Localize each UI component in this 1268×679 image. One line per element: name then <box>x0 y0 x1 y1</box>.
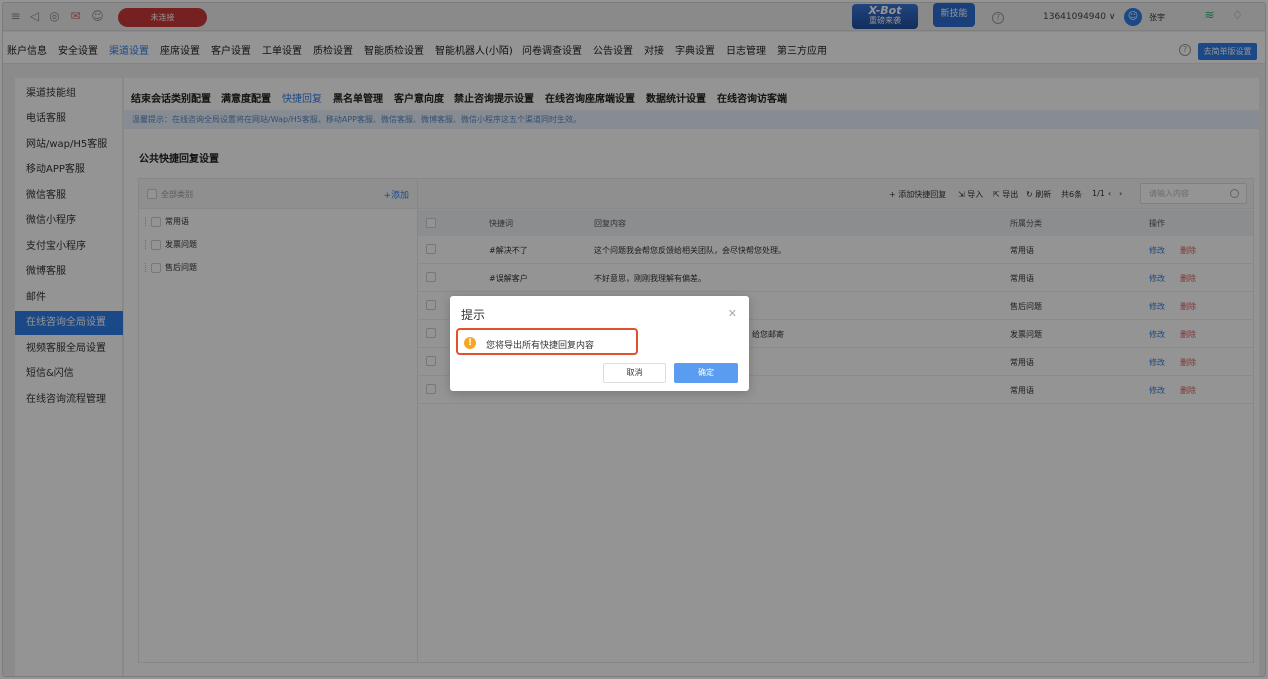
dialog-message: 您将导出所有快捷回复内容 <box>486 341 595 351</box>
cancel-button[interactable]: 取消 <box>603 363 666 383</box>
dialog-title: 提示 <box>461 308 486 322</box>
confirm-button[interactable]: 确定 <box>674 363 738 383</box>
close-icon[interactable]: ✕ <box>728 307 737 320</box>
warning-icon: ! <box>464 337 476 349</box>
export-confirm-dialog: 提示 ✕ ! 您将导出所有快捷回复内容 取消 确定 <box>450 296 749 391</box>
